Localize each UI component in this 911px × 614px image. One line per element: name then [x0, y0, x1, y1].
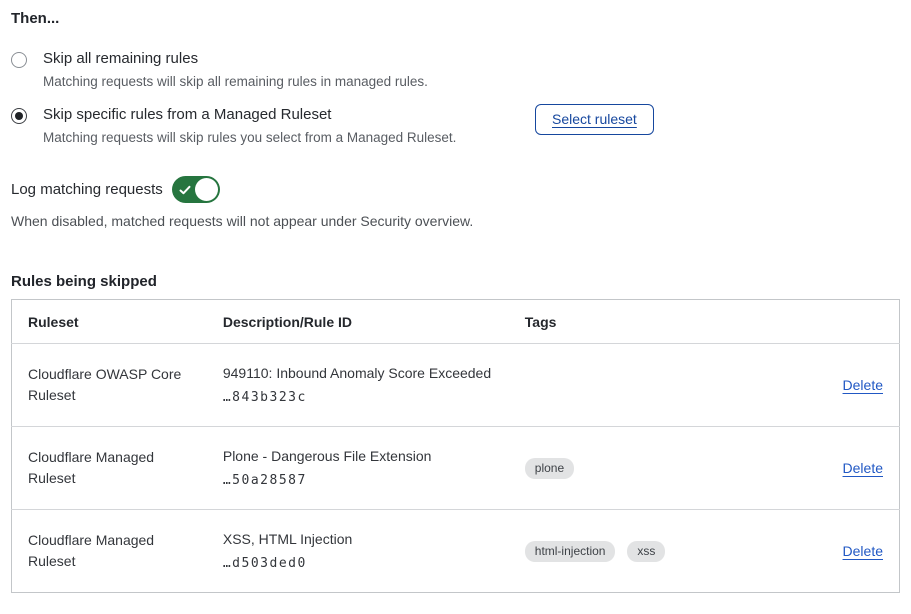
option-skip-all-description: Matching requests will skip all remainin…	[43, 74, 519, 89]
ruleset-name: Cloudflare Managed Ruleset	[12, 510, 207, 593]
ruleset-name: Cloudflare OWASP Core Ruleset	[12, 344, 207, 427]
radio-skip-specific[interactable]	[11, 108, 27, 124]
tags-cell: html-injection xss	[509, 510, 758, 593]
rule-id: …843b323c	[223, 390, 493, 405]
column-header-ruleset: Ruleset	[12, 300, 207, 344]
option-skip-all: Skip all remaining rules Matching reques…	[11, 50, 900, 89]
column-header-action	[757, 300, 899, 344]
log-matching-toggle[interactable]	[172, 176, 220, 203]
option-skip-specific: Skip specific rules from a Managed Rules…	[11, 106, 900, 145]
tags-cell	[509, 344, 758, 427]
rule-id: …50a28587	[223, 473, 493, 488]
check-icon	[179, 183, 191, 201]
select-ruleset-button[interactable]: Select ruleset	[535, 104, 654, 135]
table-row: Cloudflare Managed Ruleset XSS, HTML Inj…	[12, 510, 900, 593]
delete-link[interactable]: Delete	[843, 543, 883, 559]
rule-description: XSS, HTML Injection	[223, 531, 493, 547]
log-matching-row: Log matching requests	[11, 176, 900, 203]
delete-link[interactable]: Delete	[843, 377, 883, 393]
delete-link[interactable]: Delete	[843, 460, 883, 476]
rule-description: 949110: Inbound Anomaly Score Exceeded	[223, 365, 493, 381]
tags-cell: plone	[509, 427, 758, 510]
rules-being-skipped-table: Ruleset Description/Rule ID Tags Cloudfl…	[11, 299, 900, 593]
table-row: Cloudflare OWASP Core Ruleset 949110: In…	[12, 344, 900, 427]
tag-badge: plone	[525, 458, 574, 479]
then-heading: Then...	[11, 10, 900, 27]
tag-badge: html-injection	[525, 541, 616, 562]
column-header-description: Description/Rule ID	[207, 300, 509, 344]
toggle-knob	[195, 178, 218, 201]
ruleset-name: Cloudflare Managed Ruleset	[12, 427, 207, 510]
option-skip-specific-description: Matching requests will skip rules you se…	[43, 130, 519, 145]
rule-description: Plone - Dangerous File Extension	[223, 448, 493, 464]
log-matching-label: Log matching requests	[11, 181, 163, 198]
rule-id: …d503ded0	[223, 556, 493, 571]
column-header-tags: Tags	[509, 300, 758, 344]
table-header-row: Ruleset Description/Rule ID Tags	[12, 300, 900, 344]
option-skip-all-label[interactable]: Skip all remaining rules	[43, 50, 519, 67]
waf-skip-rule-panel: Then... Skip all remaining rules Matchin…	[0, 0, 911, 593]
log-matching-description: When disabled, matched requests will not…	[11, 213, 900, 229]
tag-badge: xss	[627, 541, 665, 562]
radio-skip-all[interactable]	[11, 52, 27, 68]
table-row: Cloudflare Managed Ruleset Plone - Dange…	[12, 427, 900, 510]
rules-table-heading: Rules being skipped	[11, 273, 900, 290]
option-skip-specific-label[interactable]: Skip specific rules from a Managed Rules…	[43, 106, 519, 123]
